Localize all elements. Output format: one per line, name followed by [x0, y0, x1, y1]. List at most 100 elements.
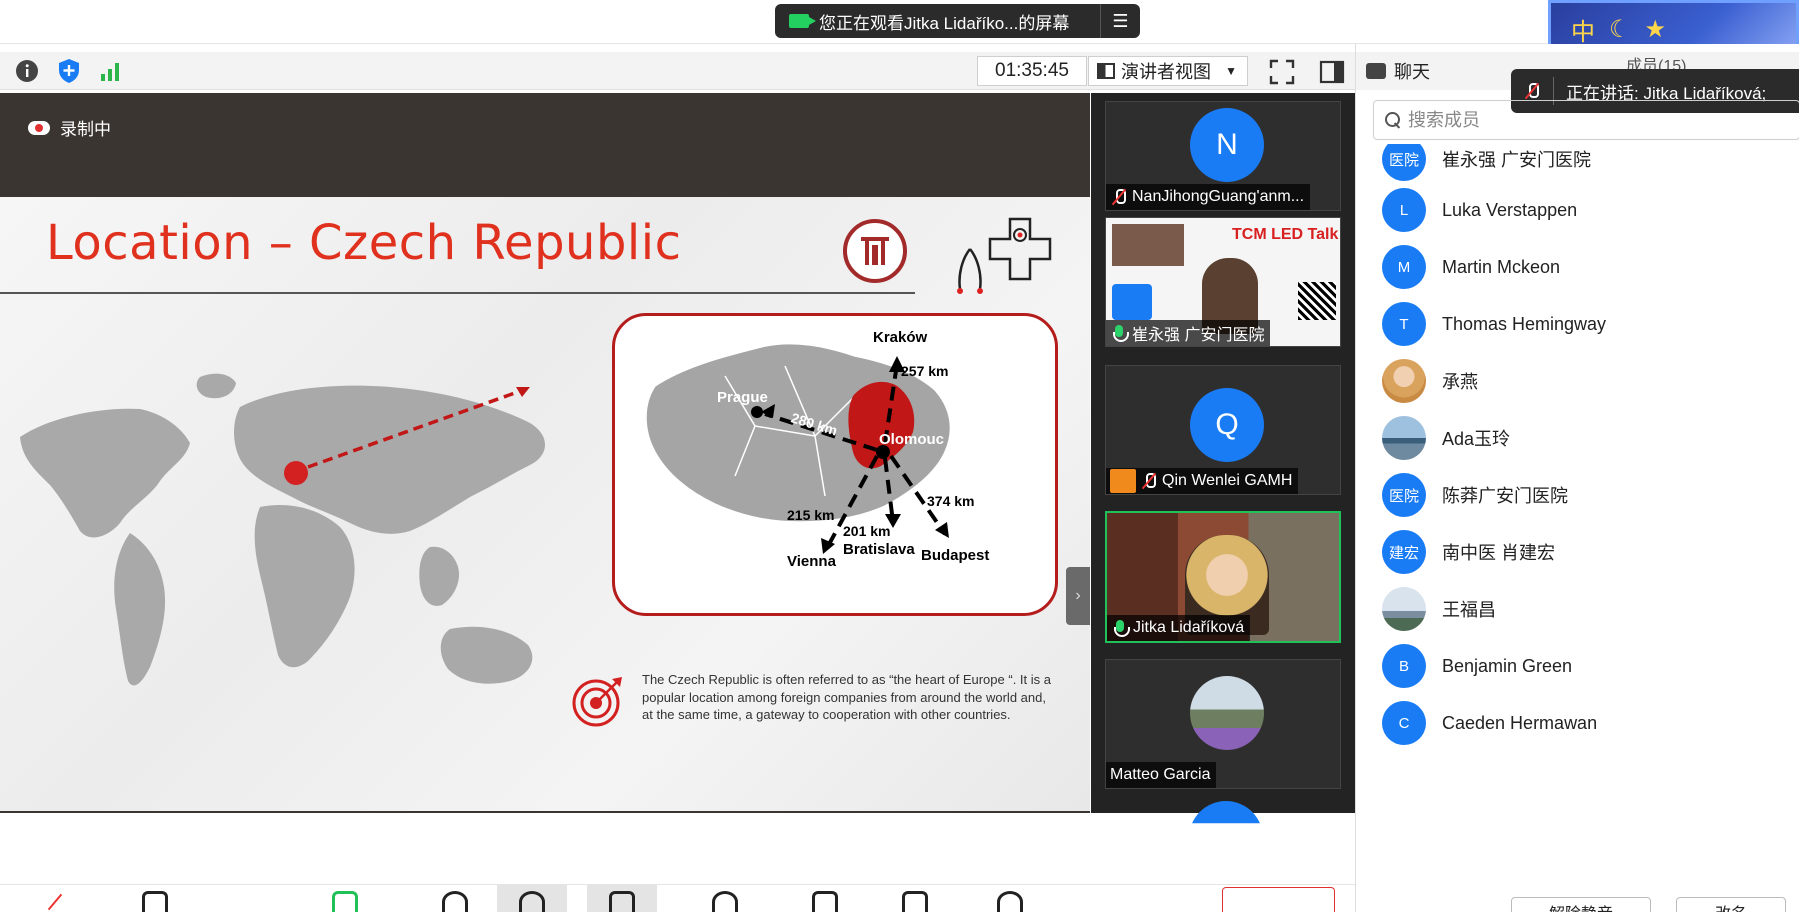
- apps-button[interactable]: [880, 885, 950, 912]
- video-tile[interactable]: Q Qin Wenlei GAMH: [1105, 365, 1341, 495]
- rename-button[interactable]: 改名: [1676, 897, 1786, 912]
- participant-name: 王福昌: [1442, 600, 1496, 620]
- slide-description: The Czech Republic is often referred to …: [642, 672, 1051, 722]
- hospital-seal-icon: [861, 237, 889, 265]
- recording-indicator: 录制中: [28, 115, 111, 140]
- gear-icon: [997, 891, 1023, 912]
- participant-name: Matteo Garcia: [1110, 766, 1211, 783]
- video-tile[interactable]: Matteo Garcia: [1105, 659, 1341, 789]
- avatar: 建宏: [1189, 801, 1263, 824]
- avatar: 建宏: [1382, 530, 1426, 574]
- video-tile[interactable]: 建宏: [1105, 801, 1341, 824]
- member-search-input[interactable]: [1408, 109, 1768, 131]
- member-search-box[interactable]: [1373, 100, 1799, 140]
- distance-budapest: 374 km: [927, 493, 974, 509]
- list-item[interactable]: L Luka Verstappen: [1356, 185, 1799, 235]
- stethoscope-cross-icon: [957, 217, 1052, 294]
- list-item[interactable]: T Thomas Hemingway: [1356, 299, 1799, 349]
- presentation-slide: Location – Czech Republic Prague 280 km …: [0, 197, 1090, 811]
- video-tile-active-speaker[interactable]: Jitka Lidaříková: [1105, 511, 1341, 643]
- city-olomouc: Olomouc: [879, 431, 944, 448]
- signal-strength-icon[interactable]: [96, 56, 126, 86]
- video-tile-name: Matteo Garcia: [1106, 762, 1217, 788]
- list-item[interactable]: 建宏 南中医 肖建宏: [1356, 527, 1799, 577]
- settings-button[interactable]: [975, 885, 1045, 912]
- share-icon: [332, 891, 358, 912]
- leave-meeting-button[interactable]: [1222, 887, 1335, 912]
- search-icon: [1384, 111, 1402, 129]
- avatar: L: [1382, 188, 1426, 232]
- unmute-all-button[interactable]: 解除静音: [1511, 897, 1651, 912]
- participant-name: 崔永强 广安门医院: [1442, 150, 1592, 170]
- participant-name: 崔永强 广安门医院: [1132, 327, 1265, 344]
- avatar-photo: [1190, 676, 1264, 750]
- view-mode-label: 演讲者视图: [1121, 62, 1211, 82]
- screen-share-icon: [789, 14, 816, 28]
- raise-hand-button[interactable]: [790, 885, 860, 912]
- app-logo-icon: [1112, 284, 1152, 320]
- video-tile-name: 崔永强 广安门医院: [1106, 320, 1271, 346]
- hand-icon: [812, 891, 838, 912]
- chevron-right-icon: ›: [1075, 587, 1081, 604]
- banner-menu-icon[interactable]: ☰: [1100, 4, 1140, 38]
- list-item[interactable]: Ada玉玲: [1356, 413, 1799, 463]
- participant-name: Martin Mckeon: [1442, 256, 1561, 277]
- participants-button[interactable]: [420, 885, 490, 912]
- video-tile-name: NanJihongGuang'anm...: [1106, 184, 1311, 210]
- fullscreen-icon[interactable]: [1268, 58, 1296, 86]
- list-item[interactable]: 医院 崔永强 广安门医院: [1356, 144, 1799, 184]
- chat-icon: [609, 891, 635, 912]
- apps-icon: [902, 891, 928, 912]
- chat-button[interactable]: [587, 885, 657, 912]
- list-item[interactable]: 承燕: [1356, 356, 1799, 406]
- distance-bratislava: 201 km: [843, 523, 890, 539]
- list-item[interactable]: M Martin Mckeon: [1356, 242, 1799, 292]
- shared-screen-stage: 录制中 Location – Czech Republic Prague 280…: [0, 93, 1090, 813]
- title-divider: [0, 292, 915, 294]
- list-item[interactable]: 医院 陈莽广安门医院: [1356, 470, 1799, 520]
- list-item[interactable]: B Benjamin Green: [1356, 641, 1799, 691]
- list-item[interactable]: C Caeden Hermawan: [1356, 698, 1799, 748]
- mute-button[interactable]: [20, 885, 90, 912]
- video-button[interactable]: [120, 885, 190, 912]
- chevron-down-icon: ▼: [1225, 64, 1237, 78]
- czech-map-frame: Prague 280 km Kraków 257 km Olomouc 215 …: [612, 313, 1058, 616]
- avatar-photo: [1382, 359, 1426, 403]
- chat-tab[interactable]: 聊天: [1394, 58, 1430, 84]
- participant-name: Qin Wenlei GAMH: [1162, 472, 1293, 489]
- poster-photo: [1112, 224, 1184, 266]
- shield-icon[interactable]: [54, 56, 84, 86]
- avatar-photo: [1382, 587, 1426, 631]
- distance-vienna: 215 km: [787, 507, 834, 523]
- star-icon: ★: [1644, 15, 1667, 43]
- members-icon: [519, 891, 545, 912]
- avatar: Q: [1190, 388, 1264, 462]
- cloud-record-icon: [28, 120, 50, 135]
- mic-on-icon: [1110, 324, 1129, 342]
- video-tile[interactable]: N NanJihongGuang'anm...: [1105, 101, 1341, 211]
- video-tile[interactable]: TCM LED Talk 崔永强 广安门医院: [1105, 217, 1341, 347]
- hospital-logo: [843, 219, 907, 283]
- meeting-control-bar: [0, 884, 1355, 912]
- meeting-timer: 01:35:45: [977, 56, 1087, 86]
- participant-name: 承燕: [1442, 372, 1478, 392]
- collapse-video-panel-button[interactable]: ›: [1066, 567, 1090, 625]
- record-icon: [712, 891, 738, 912]
- world-map: [20, 373, 545, 686]
- share-screen-button[interactable]: [310, 885, 380, 912]
- members-button[interactable]: [497, 885, 567, 912]
- list-item[interactable]: 王福昌: [1356, 584, 1799, 634]
- mic-muted-icon: [1523, 82, 1541, 100]
- qr-code: [1298, 282, 1336, 320]
- participant-name: Benjamin Green: [1442, 655, 1573, 676]
- city-budapest: Budapest: [921, 547, 989, 564]
- screen-share-banner[interactable]: 您正在观看Jitka Lidaříko...的屏幕 ☰: [775, 4, 1140, 38]
- record-button[interactable]: [690, 885, 760, 912]
- view-mode-dropdown[interactable]: 演讲者视图 ▼: [1088, 56, 1248, 86]
- side-panel-toggle-icon[interactable]: [1318, 58, 1346, 86]
- participant-list: 医院 崔永强 广安门医院 L Luka Verstappen M Martin Mck…: [1356, 144, 1799, 824]
- participant-name: Ada玉玲: [1442, 429, 1511, 449]
- target-icon: [572, 677, 622, 727]
- decorative-glyph: 中: [1571, 18, 1595, 46]
- info-icon[interactable]: [12, 56, 42, 86]
